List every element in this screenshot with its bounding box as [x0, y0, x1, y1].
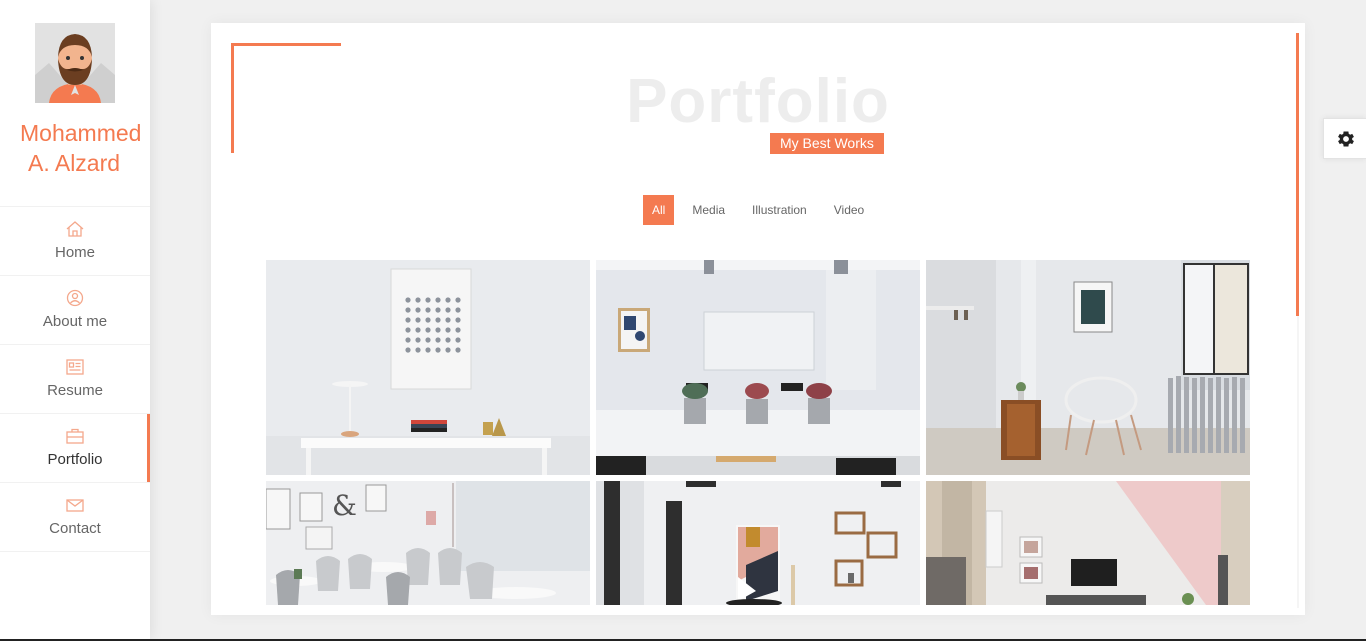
corner-decoration-horizontal — [231, 43, 341, 46]
filter-illustration[interactable]: Illustration — [743, 195, 816, 225]
portfolio-filters: All Media Illustration Video — [643, 195, 882, 225]
main-nav: Home About me Resume Portfolio Contact — [0, 206, 150, 552]
sidebar: Mohammed A. Alzard Home About me Resume … — [0, 0, 150, 639]
section-title: Portfolio — [626, 67, 890, 136]
nav-item-about[interactable]: About me — [0, 276, 150, 345]
portfolio-item-tv-room[interactable] — [926, 481, 1250, 605]
filter-media[interactable]: Media — [683, 195, 734, 225]
filter-all[interactable]: All — [643, 195, 675, 225]
briefcase-icon — [65, 427, 85, 445]
portfolio-item-shelf-room[interactable] — [596, 481, 920, 605]
avatar[interactable] — [35, 23, 115, 103]
nav-label-contact: Contact — [49, 520, 101, 537]
portfolio-section: Portfolio My Best Works All Media Illust… — [211, 23, 1305, 615]
nav-item-home[interactable]: Home — [0, 207, 150, 276]
owner-name-line1: Mohammed — [20, 120, 142, 146]
nav-item-resume[interactable]: Resume — [0, 345, 150, 414]
nav-label-home: Home — [54, 244, 95, 261]
portfolio-item-white-desk[interactable] — [266, 260, 590, 475]
nav-item-contact[interactable]: Contact — [0, 483, 150, 552]
nav-label-about: About me — [42, 313, 108, 330]
owner-name: Mohammed A. Alzard — [20, 118, 150, 178]
envelope-icon — [65, 496, 85, 514]
nav-label-resume: Resume — [47, 382, 103, 399]
home-icon — [65, 220, 85, 238]
section-subtitle: My Best Works — [770, 133, 884, 154]
nav-item-portfolio[interactable]: Portfolio — [0, 414, 150, 483]
portfolio-grid: & — [266, 260, 1250, 605]
resume-icon — [65, 358, 85, 376]
portfolio-item-meeting-room[interactable] — [596, 260, 920, 475]
portfolio-item-chair-room[interactable] — [926, 260, 1250, 475]
owner-name-line2: A. Alzard — [28, 150, 121, 176]
svg-text:&: & — [332, 489, 357, 522]
user-circle-icon — [65, 289, 85, 307]
portfolio-item-cafe-tables[interactable]: & — [266, 481, 590, 605]
settings-toggle[interactable] — [1323, 118, 1366, 159]
filter-video[interactable]: Video — [825, 195, 873, 225]
nav-label-portfolio: Portfolio — [47, 451, 103, 468]
